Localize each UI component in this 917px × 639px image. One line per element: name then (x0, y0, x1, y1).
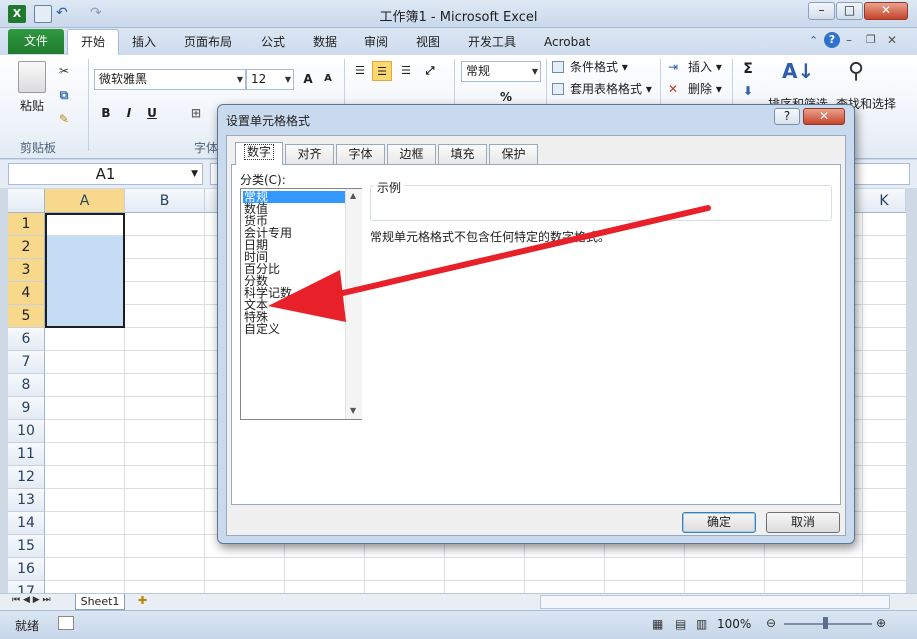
dialog-tab-number[interactable]: 数字 (235, 142, 283, 165)
annotation-arrow (268, 205, 711, 322)
arrow-head (268, 270, 346, 322)
arrow-shaft (327, 205, 711, 299)
